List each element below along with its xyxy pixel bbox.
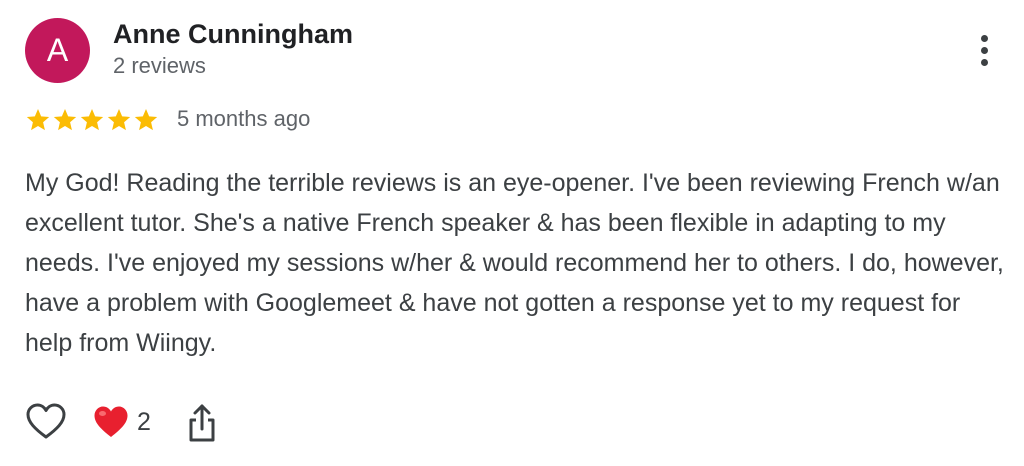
red-heart-icon (94, 406, 128, 437)
more-options-button[interactable] (966, 30, 1002, 70)
like-button[interactable] (25, 401, 67, 443)
star-icon (107, 108, 131, 131)
review-text: My God! Reading the terrible reviews is … (25, 169, 1004, 357)
reviewer-review-count: 2 reviews (113, 53, 206, 78)
more-vert-icon (980, 34, 988, 42)
star-icon (26, 108, 50, 131)
review-time: 5 months ago (177, 106, 311, 131)
heart-outline-icon (26, 403, 66, 439)
avatar-initial: A (46, 32, 69, 68)
star-icon (53, 108, 77, 131)
reaction-count: 2 (137, 407, 151, 436)
share-button[interactable] (187, 403, 217, 443)
star-icon (134, 108, 158, 131)
heart-reaction-button[interactable]: 2 (93, 401, 151, 443)
more-vert-icon-dot (980, 58, 988, 66)
more-vert-icon-dot (980, 46, 988, 54)
star-icon (80, 108, 104, 131)
share-icon (189, 404, 215, 442)
avatar[interactable]: A (25, 18, 90, 83)
reviewer-name[interactable]: Anne Cunningham (113, 19, 353, 50)
star-rating (25, 107, 159, 133)
